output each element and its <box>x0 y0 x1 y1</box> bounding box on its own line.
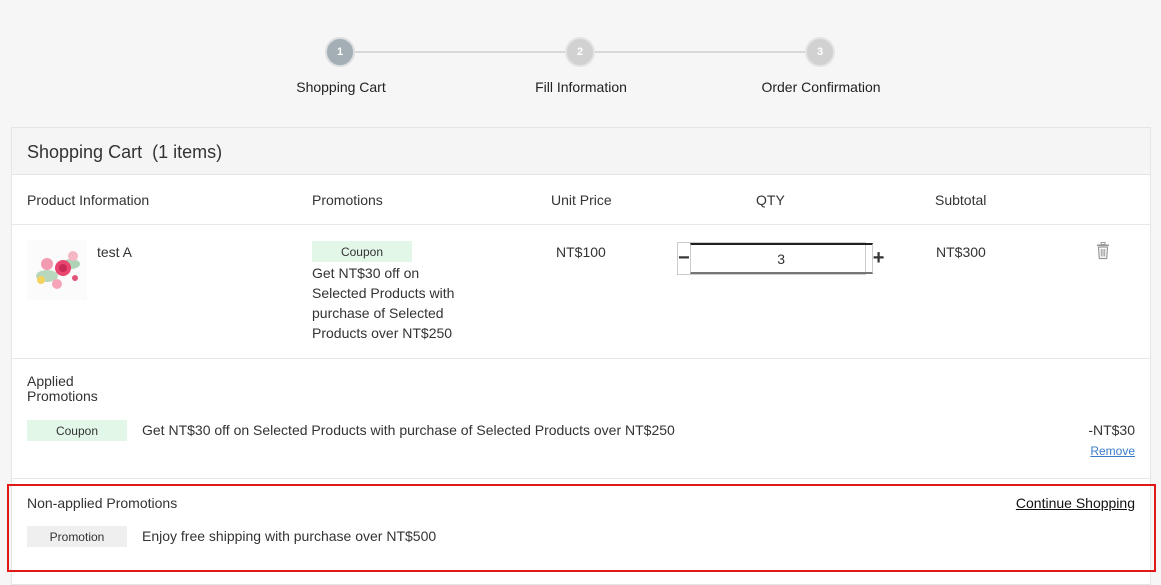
promo-line: purchase of Selected <box>312 305 444 321</box>
cart-header: Shopping Cart (1 items) <box>12 128 1150 175</box>
non-applied-promotions-heading: Non-applied Promotions <box>27 495 178 511</box>
shopping-cart-panel: Shopping Cart (1 items) Product Informat… <box>11 127 1151 585</box>
step-connector <box>355 51 565 53</box>
promo-line: Get NT$30 off on <box>312 265 420 281</box>
quantity-stepper: − + <box>677 242 884 275</box>
non-applied-promotion-text: Enjoy free shipping with purchase over N… <box>142 528 437 544</box>
item-promotion-description: Get NT$30 off on Selected Products with … <box>312 263 512 343</box>
promo-line: Products over NT$250 <box>312 325 453 341</box>
header-divider <box>12 224 1150 225</box>
cart-item-count: (1 items) <box>152 142 223 162</box>
continue-shopping-link[interactable]: Continue Shopping <box>1016 495 1135 511</box>
checkout-stepper: 1 2 3 Shopping Cart Fill Information Ord… <box>0 0 1161 110</box>
step-2-dot: 2 <box>565 37 595 67</box>
applied-promotions-heading: Applied Promotions <box>27 374 98 404</box>
product-thumbnail[interactable] <box>27 240 87 300</box>
increase-qty-button[interactable]: + <box>873 243 885 274</box>
product-image <box>27 240 87 300</box>
item-coupon-badge: Coupon <box>312 241 412 262</box>
quantity-input[interactable] <box>689 243 873 274</box>
section-divider <box>12 478 1150 479</box>
product-name[interactable]: test A <box>97 244 132 260</box>
column-product-information: Product Information <box>27 192 150 208</box>
step-2-label: Fill Information <box>535 79 627 95</box>
discount-amount: -NT$30 <box>1088 422 1135 438</box>
trash-icon[interactable] <box>1095 242 1111 260</box>
item-subtotal: NT$300 <box>936 244 986 260</box>
step-connector <box>595 51 805 53</box>
step-3-label: Order Confirmation <box>761 79 881 95</box>
applied-promotion-text: Get NT$30 off on Selected Products with … <box>142 422 675 438</box>
heading-line: Applied <box>27 373 74 389</box>
promo-line: Selected Products with <box>312 285 455 301</box>
step-3-dot: 3 <box>805 37 835 67</box>
unit-price: NT$100 <box>556 244 606 260</box>
column-unit-price: Unit Price <box>551 192 612 208</box>
applied-coupon-badge: Coupon <box>27 420 127 441</box>
promotion-badge: Promotion <box>27 526 127 547</box>
step-1-label: Shopping Cart <box>296 79 386 95</box>
remove-promotion-link[interactable]: Remove <box>1090 444 1135 458</box>
step-1-dot: 1 <box>325 37 355 67</box>
row-divider <box>12 358 1150 359</box>
cart-title: Shopping Cart <box>27 142 143 162</box>
column-qty: QTY <box>756 192 785 208</box>
heading-line: Promotions <box>27 388 98 404</box>
column-promotions: Promotions <box>312 192 383 208</box>
decrease-qty-button[interactable]: − <box>678 243 690 274</box>
column-subtotal: Subtotal <box>935 192 987 208</box>
